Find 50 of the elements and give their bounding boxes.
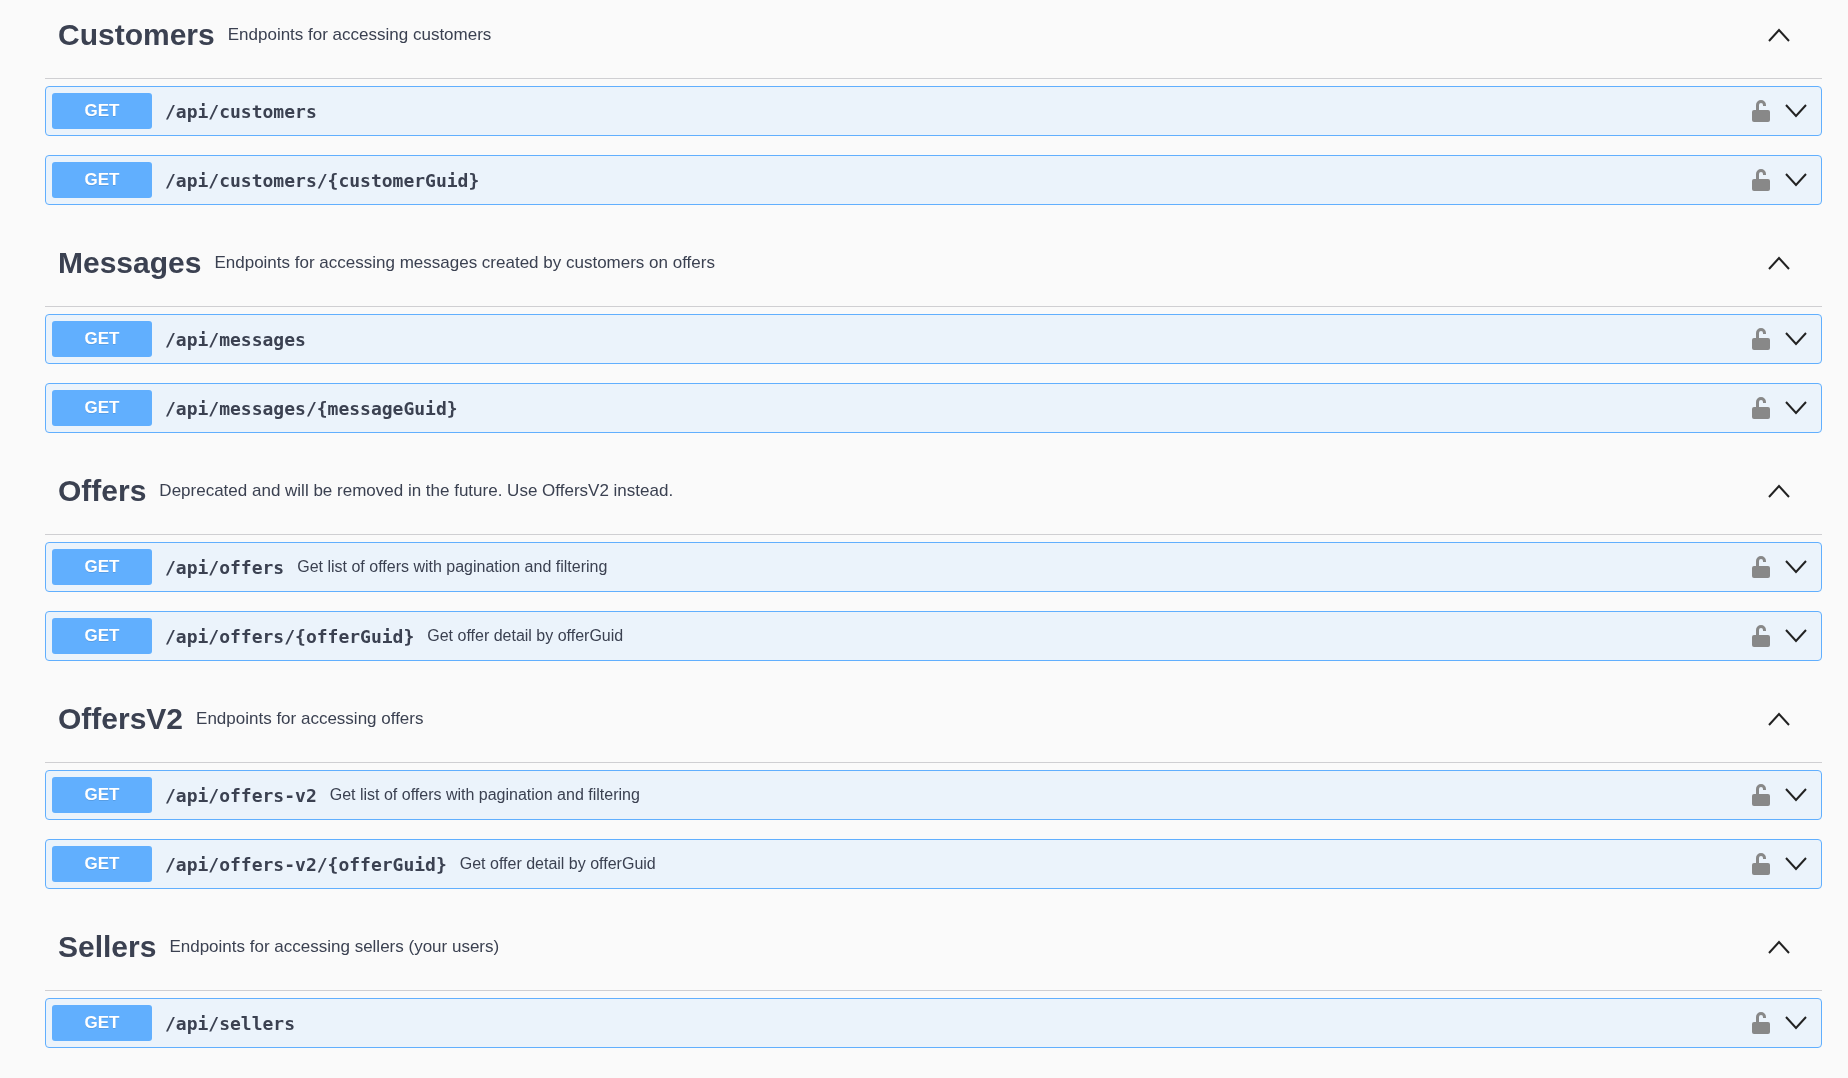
endpoint-row[interactable]: GET /api/offers Get list of offers with pagination and filtering bbox=[45, 542, 1822, 592]
section-description: Endpoints for accessing sellers (your users) bbox=[169, 937, 501, 957]
section-description: Endpoints for accessing messages created by customers on offers bbox=[214, 253, 716, 273]
method-label: GET bbox=[52, 777, 152, 813]
section-description: Endpoints for accessing customers bbox=[227, 25, 493, 45]
endpoint-path: /api/offers-v2 bbox=[165, 784, 317, 806]
padlock-icon[interactable] bbox=[1751, 396, 1771, 420]
padlock-icon[interactable] bbox=[1751, 1011, 1771, 1035]
method-label: GET bbox=[52, 93, 152, 129]
endpoint-path: /api/offers-v2/{offerGuid} bbox=[165, 853, 447, 875]
endpoint-row[interactable]: GET /api/customers/{customerGuid} bbox=[45, 155, 1822, 205]
endpoint-row[interactable]: GET /api/sellers bbox=[45, 998, 1822, 1048]
endpoint-row[interactable]: GET /api/messages bbox=[45, 314, 1822, 364]
endpoint-summary: Get offer detail by offerGuid bbox=[459, 855, 656, 873]
endpoint-summary: Get list of offers with pagination and filtering bbox=[297, 558, 608, 576]
endpoint-row[interactable]: GET /api/offers/{offerGuid} Get offer detail by offerGuid bbox=[45, 611, 1822, 661]
endpoint-path: /api/offers/{offerGuid} bbox=[165, 625, 415, 647]
section-title[interactable]: Messages bbox=[58, 246, 202, 280]
section-title[interactable]: Customers bbox=[58, 18, 215, 52]
endpoint-path: /api/customers/{customerGuid} bbox=[165, 169, 480, 191]
endpoint-path: /api/offers bbox=[165, 556, 285, 578]
method-label: GET bbox=[52, 390, 152, 426]
method-label: GET bbox=[52, 162, 152, 198]
padlock-icon[interactable] bbox=[1751, 327, 1771, 351]
endpoint-row[interactable]: GET /api/offers-v2/{offerGuid} Get offer detail by offerGuid bbox=[45, 839, 1822, 889]
endpoint-summary: Get offer detail by offerGuid bbox=[427, 627, 624, 645]
section-description: Deprecated and will be removed in the future. Use OffersV2 instead. bbox=[159, 481, 675, 501]
method-label: GET bbox=[52, 549, 152, 585]
padlock-icon[interactable] bbox=[1751, 852, 1771, 876]
method-label: GET bbox=[52, 846, 152, 882]
endpoint-path: /api/sellers bbox=[165, 1012, 296, 1034]
section-description: Endpoints for accessing offers bbox=[196, 709, 425, 729]
padlock-icon[interactable] bbox=[1751, 783, 1771, 807]
padlock-icon[interactable] bbox=[1751, 555, 1771, 579]
section-title[interactable]: Sellers bbox=[58, 930, 157, 964]
endpoint-path: /api/messages bbox=[165, 328, 306, 350]
padlock-icon[interactable] bbox=[1751, 624, 1771, 648]
endpoint-row[interactable]: GET /api/offers-v2 Get list of offers with pagination and filtering bbox=[45, 770, 1822, 820]
method-label: GET bbox=[52, 1005, 152, 1041]
endpoint-path: /api/customers bbox=[165, 100, 317, 122]
endpoint-summary: Get list of offers with pagination and filtering bbox=[329, 786, 640, 804]
method-label: GET bbox=[52, 321, 152, 357]
padlock-icon[interactable] bbox=[1751, 99, 1771, 123]
method-label: GET bbox=[52, 618, 152, 654]
section-title[interactable]: OffersV2 bbox=[58, 702, 184, 736]
endpoint-row[interactable]: GET /api/messages/{messageGuid} bbox=[45, 383, 1822, 433]
section-title[interactable]: Offers bbox=[58, 474, 147, 508]
endpoint-row[interactable]: GET /api/customers bbox=[45, 86, 1822, 136]
endpoint-path: /api/messages/{messageGuid} bbox=[165, 397, 458, 419]
padlock-icon[interactable] bbox=[1751, 168, 1771, 192]
